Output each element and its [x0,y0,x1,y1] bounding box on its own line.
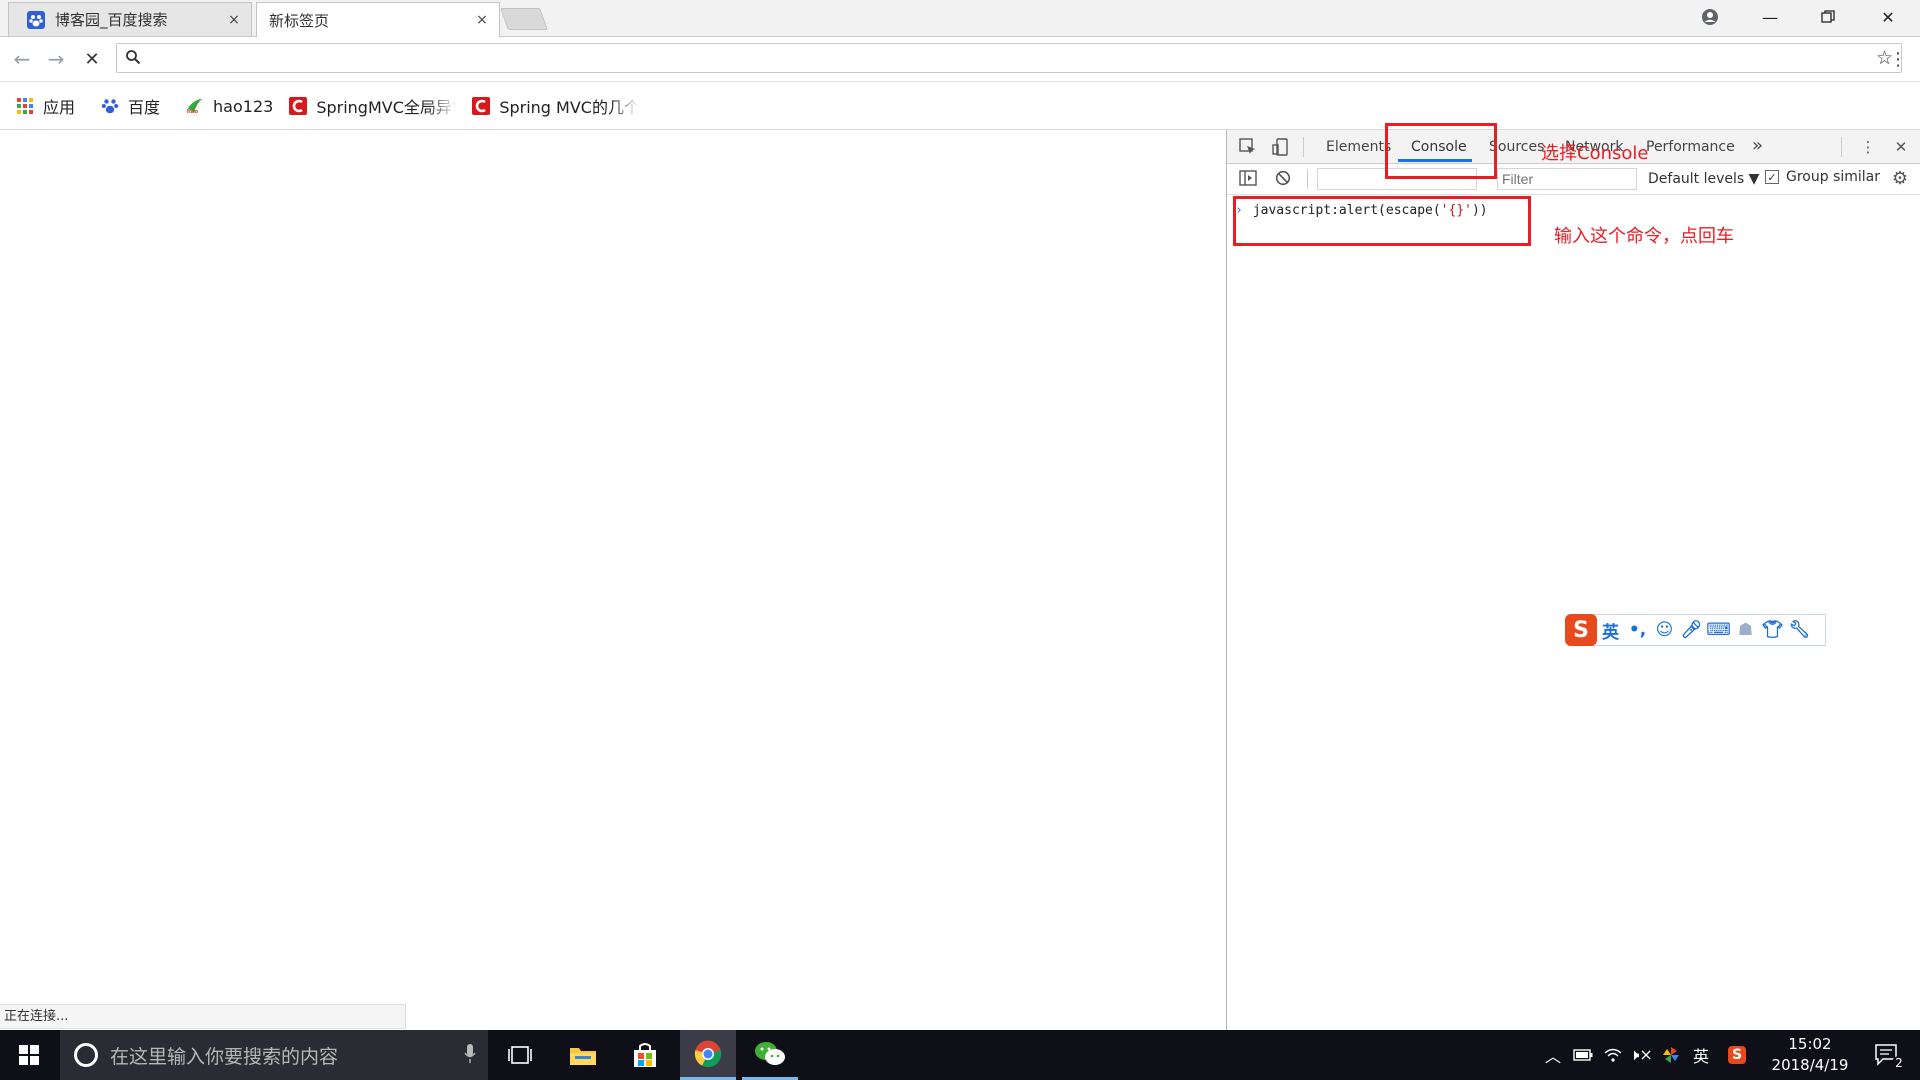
inspect-element-icon[interactable] [1237,136,1259,158]
windows-taskbar: 在这里输入你要搜索的内容 ︿ 🕨︎× 英 S 15:02 2018/4/19 2 [0,1030,1920,1080]
sidebar-toggle-icon[interactable] [1237,167,1259,189]
sogou-tray-icon[interactable]: S [1724,1030,1750,1080]
checkbox-checked-icon[interactable]: ✓ [1765,170,1779,184]
minimize-button[interactable]: — [1742,0,1798,34]
emoji-icon[interactable]: ☺ [1651,620,1678,640]
tab-performance[interactable]: Performance [1646,139,1735,155]
bookmark-label: hao123 [213,96,274,116]
windows-start-icon[interactable] [0,1030,58,1080]
annotation-enter-command: 输入这个命令，点回车 [1554,226,1734,247]
action-center-icon[interactable]: 2 [1862,1030,1912,1080]
devtools-menu-icon[interactable]: ⋮ [1857,136,1879,158]
console-settings-gear-icon[interactable]: ⚙ [1889,167,1911,189]
close-window-button[interactable]: ✕ [1860,0,1916,34]
file-explorer-icon[interactable] [555,1030,611,1080]
back-arrow-icon[interactable]: ← [8,45,36,73]
browser-menu-icon[interactable]: ⋮ [1884,45,1912,73]
group-similar-toggle[interactable]: ✓ Group similar [1765,169,1880,185]
forward-arrow-icon[interactable]: → [42,45,70,73]
console-tab-highlight [1385,123,1497,179]
input-language-label[interactable]: 英 [1688,1030,1714,1080]
tray-overflow-chevron-icon[interactable]: ︿ [1540,1030,1566,1080]
wifi-icon[interactable] [1600,1030,1626,1080]
battery-icon[interactable] [1570,1030,1596,1080]
bookmark-label: Spring MVC的几个注 [499,98,640,117]
skin-shirt-icon[interactable]: 👕︎ [1759,620,1786,640]
group-similar-label: Group similar [1786,169,1881,185]
command-highlight [1233,196,1531,246]
task-view-icon[interactable] [492,1030,548,1080]
bookmark-baidu[interactable]: 百度 [101,94,160,118]
tab-title: 博客园_百度搜索 [55,11,168,29]
profile-icon[interactable] [1682,0,1738,34]
search-icon [125,49,141,69]
browser-toolbar: ← → ✕ ☆ ⋮ [0,37,1920,82]
search-placeholder: 在这里输入你要搜索的内容 [110,1045,339,1068]
baidu-paw-icon [27,10,45,29]
clear-console-icon[interactable] [1272,167,1294,189]
address-input[interactable] [147,46,1851,72]
devtools-separator [1307,169,1308,189]
cortana-icon [74,1043,98,1067]
wechat-taskbar-icon[interactable] [742,1030,798,1080]
devtools-separator [1303,137,1304,157]
bookmark-apps[interactable]: 应用 [16,94,75,118]
apps-grid-icon [16,97,34,115]
devtools-separator [1841,137,1842,157]
tab-new-tab[interactable]: 新标签页 × [256,2,500,37]
taskbar-clock[interactable]: 15:02 2018/4/19 [1762,1034,1858,1076]
hao123-icon: hao [186,97,204,115]
bookmark-label: 百度 [128,98,161,117]
console-filter-input[interactable] [1497,168,1637,190]
punctuation-icon[interactable]: •, [1624,620,1651,640]
baidu-paw-icon [101,97,119,115]
user-icon[interactable]: ☗ [1732,620,1759,640]
volume-muted-icon[interactable]: 🕨︎× [1628,1030,1654,1080]
notification-count: 2 [1892,1056,1906,1070]
sogou-ime-toolbar: S 英 •, ☺ 🎤︎ ⌨ ☗ 👕︎ 🔧︎ [1565,614,1826,646]
chrome-taskbar-icon[interactable] [680,1030,736,1080]
new-tab-button[interactable] [499,8,549,30]
clock-date: 2018/4/19 [1771,1056,1849,1074]
bookmark-hao123[interactable]: hao hao123 [186,97,273,116]
bookmark-springmvc-exception[interactable]: SpringMVC全局异常 [289,94,456,118]
tab-elements[interactable]: Elements [1326,139,1391,155]
log-levels-dropdown[interactable]: Default levels ▼ [1648,171,1759,187]
bookmark-label: SpringMVC全局异常 [316,98,457,117]
address-bar[interactable]: ☆ [116,43,1902,73]
csdn-c-icon [289,97,308,115]
tab-close-icon[interactable]: × [223,12,245,28]
tab-baidu-search[interactable]: 博客园_百度搜索 × [8,2,252,36]
sogou-logo-icon[interactable]: S [1565,614,1597,646]
bookmarks-bar: 应用 百度 hao hao123 SpringMVC全局异常 Spring MV… [0,88,1920,124]
tab-close-icon[interactable]: × [471,12,493,28]
ime-mode-label[interactable]: 英 [1597,618,1624,643]
tools-wrench-icon[interactable]: 🔧︎ [1786,620,1813,640]
bookmark-springmvc-annotations[interactable]: Spring MVC的几个注 [472,94,639,118]
device-toolbar-icon[interactable] [1270,136,1292,158]
taskbar-search-box[interactable]: 在这里输入你要搜索的内容 [60,1030,488,1080]
csdn-c-icon [472,97,491,115]
pinwheel-app-icon[interactable] [1658,1030,1684,1080]
restore-button[interactable] [1800,0,1856,34]
microphone-icon[interactable] [464,1044,476,1068]
svg-text:hao: hao [187,109,198,115]
devtools-panel: Elements Console Sources Network Perform… [1226,130,1920,1030]
close-devtools-icon[interactable]: ✕ [1890,136,1912,158]
bookmark-label: 应用 [43,98,76,117]
stop-loading-icon[interactable]: ✕ [78,45,106,73]
annotation-select-console: 选择Console [1541,143,1649,164]
console-toolbar: Default levels ▼ ✓ Group similar ⚙ [1227,164,1920,195]
microphone-icon[interactable]: 🎤︎ [1678,620,1705,640]
more-tabs-icon[interactable]: » [1752,135,1763,156]
microsoft-store-icon[interactable] [617,1030,673,1080]
keyboard-icon[interactable]: ⌨ [1705,620,1732,640]
clock-time: 15:02 [1788,1035,1832,1053]
tab-strip: 博客园_百度搜索 × 新标签页 × — ✕ [0,0,1920,37]
loading-status: 正在连接... [0,1004,406,1029]
tab-sources[interactable]: Sources [1489,139,1544,155]
tab-title: 新标签页 [269,11,330,30]
